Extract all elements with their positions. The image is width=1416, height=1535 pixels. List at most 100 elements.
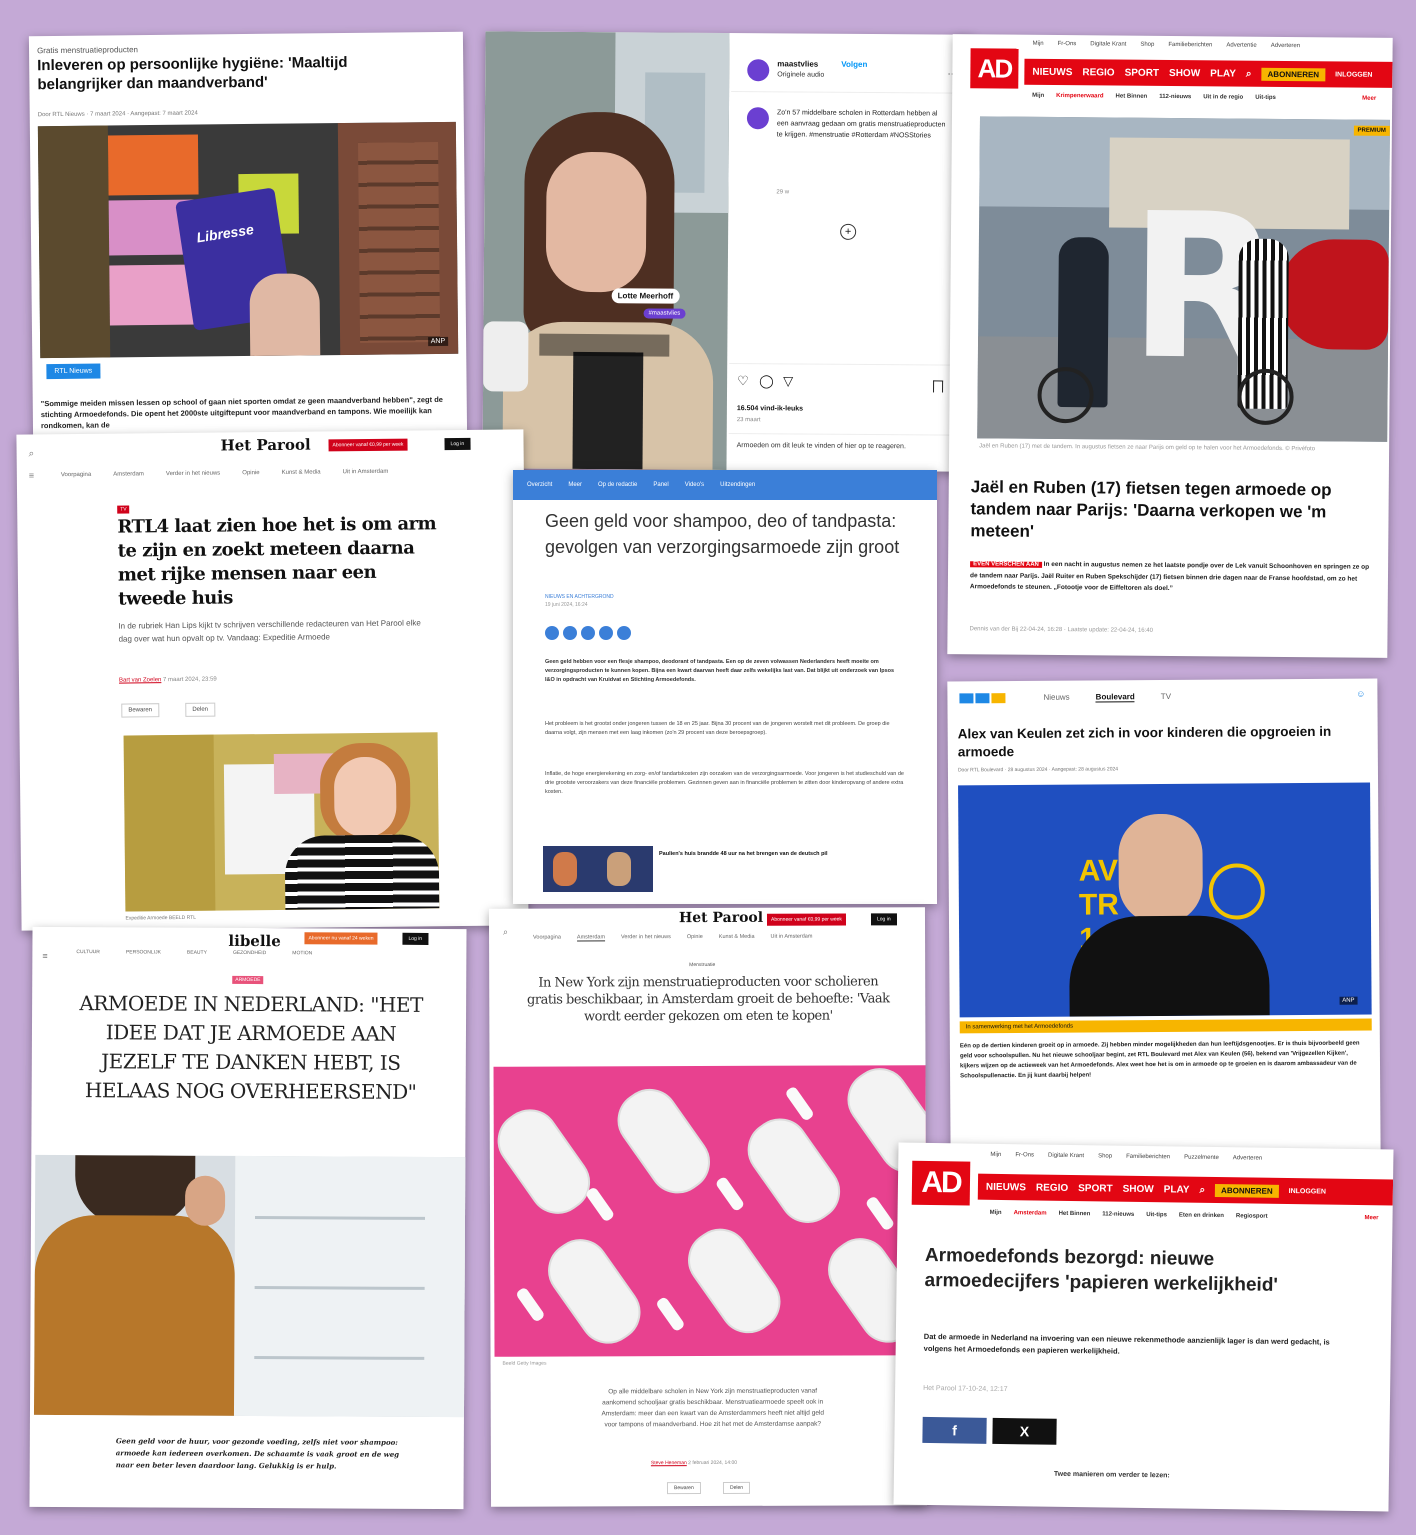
subscribe-cta[interactable]: Abonneer vanaf €0,99 per week	[766, 913, 846, 926]
nav-item[interactable]: SPORT	[1125, 67, 1160, 78]
nav-item[interactable]: GEZONDHEID	[233, 950, 266, 956]
subnav-item[interactable]: 112-nieuws	[1159, 94, 1191, 100]
login-button[interactable]: Log in	[444, 437, 471, 451]
article-title[interactable]: Alex van Keulen zet zich in voor kindere…	[958, 723, 1338, 762]
share-button[interactable]: Delen	[722, 1481, 751, 1494]
nav-item[interactable]: PERSOONLIJK	[126, 949, 161, 955]
facebook-share-button[interactable]: f	[922, 1416, 987, 1444]
share-icon[interactable]: ▽	[783, 373, 793, 389]
tab-tv[interactable]: TV	[1161, 692, 1171, 702]
nav-item[interactable]: Kunst & Media	[719, 934, 755, 941]
nav-item[interactable]: PLAY	[1210, 68, 1236, 79]
login-button[interactable]: INLOGGEN	[1335, 71, 1372, 78]
share-icon[interactable]	[617, 626, 631, 640]
parool-logo[interactable]: Het Parool	[679, 910, 763, 926]
subnav-item[interactable]: Uit in de regio	[1203, 94, 1243, 100]
article-title[interactable]: Armoedefonds bezorgd: nieuwe armoedecijf…	[924, 1243, 1325, 1299]
article-title[interactable]: RTL4 laat zien hoe het is om arm te zijn…	[117, 512, 438, 611]
toplink[interactable]: Fr-Ons	[1015, 1152, 1034, 1158]
nav-item[interactable]: SPORT	[1078, 1183, 1113, 1194]
x-share-button[interactable]: X	[992, 1417, 1057, 1445]
nav-item[interactable]: Uit in Amsterdam	[771, 934, 813, 941]
toplink[interactable]: Adverteren	[1233, 1155, 1262, 1161]
toplink[interactable]: Digitale Krant	[1048, 1153, 1084, 1160]
search-icon[interactable]: ⌕	[1246, 68, 1252, 79]
save-button[interactable]: Bewaren	[666, 1482, 701, 1495]
toplink[interactable]: Digitale Krant	[1090, 41, 1126, 47]
nav-item[interactable]: Overzicht	[527, 482, 552, 488]
video-frame[interactable]: Lotte Meerhoff #maastvlies	[482, 31, 730, 470]
nav-item[interactable]: SHOW	[1123, 1183, 1154, 1194]
toplink[interactable]: Familieberichten	[1126, 1154, 1170, 1161]
search-icon[interactable]: ⌕	[1199, 1184, 1205, 1195]
nav-item[interactable]: Voorpagina	[533, 935, 561, 942]
toplink[interactable]: Advertentie	[1226, 42, 1256, 48]
save-button[interactable]: Bewaren	[121, 703, 160, 718]
share-button[interactable]: Delen	[185, 702, 216, 717]
follow-button[interactable]: Volgen	[841, 60, 867, 69]
nav-item[interactable]: Voorpagina	[61, 472, 91, 478]
subnav-item[interactable]: Het Binnen	[1116, 94, 1148, 100]
toplink[interactable]: Shop	[1140, 42, 1154, 48]
account-avatar[interactable]	[747, 59, 770, 82]
nav-item[interactable]: Video's	[685, 482, 704, 488]
tab-boulevard[interactable]: Boulevard	[1095, 692, 1135, 703]
ad-logo[interactable]: AD	[911, 1160, 971, 1206]
toplink[interactable]: Adverteren	[1271, 43, 1300, 49]
nav-item[interactable]: CULTUUR	[76, 949, 100, 955]
login-button[interactable]: Log in	[402, 932, 429, 945]
search-icon[interactable]: ⌕	[29, 448, 35, 459]
subnav-item[interactable]: Regiosport	[1236, 1213, 1268, 1219]
share-icon[interactable]	[545, 626, 559, 640]
nav-item[interactable]: Uitzendingen	[720, 482, 755, 488]
nav-item[interactable]: Op de redactie	[598, 482, 637, 488]
subnav-item[interactable]: Uit-tips	[1255, 95, 1276, 101]
login-button[interactable]: Log in	[870, 913, 897, 926]
nav-item[interactable]: Amsterdam	[113, 471, 144, 477]
toplink[interactable]: Familieberichten	[1168, 42, 1212, 48]
article-title[interactable]: Jaël en Ruben (17) fietsen tegen armoede…	[970, 476, 1371, 545]
nav-item[interactable]: SHOW	[1169, 67, 1200, 78]
article-title[interactable]: In New York zijn menstruatieproducten vo…	[523, 973, 893, 1025]
subnav-item[interactable]: Mijn	[990, 1210, 1002, 1216]
more-link[interactable]: Meer	[1362, 96, 1376, 102]
nav-item[interactable]: MOTION	[292, 950, 312, 956]
subnav-item[interactable]: Eten en drinken	[1179, 1212, 1224, 1219]
subnav-item[interactable]: Mijn	[1032, 93, 1044, 99]
nav-item[interactable]: Opinie	[242, 470, 259, 476]
nav-item[interactable]: Meer	[568, 482, 582, 488]
nav-item[interactable]: BEAUTY	[187, 950, 207, 956]
share-icon[interactable]	[599, 626, 613, 640]
nav-item[interactable]: Kunst & Media	[282, 469, 321, 475]
related-title[interactable]: Paulien's huis brandde 48 uur na het bre…	[659, 850, 899, 859]
add-icon[interactable]: +	[840, 223, 857, 240]
article-title[interactable]: Inleveren op persoonlijke hygiëne: 'Maal…	[37, 52, 407, 94]
subnav-item[interactable]: Uit-tips	[1146, 1212, 1167, 1218]
nav-item[interactable]: NIEUWS	[986, 1181, 1026, 1193]
parool-logo[interactable]: Het Parool	[220, 436, 310, 455]
toplink[interactable]: Fr-Ons	[1058, 41, 1077, 47]
subscribe-cta[interactable]: Abonneer vanaf €0,99 per week	[328, 438, 408, 452]
toplink[interactable]: Shop	[1098, 1153, 1112, 1159]
subscribe-button[interactable]: ABONNEREN	[1215, 1183, 1279, 1198]
nav-item[interactable]: Uit in Amsterdam	[343, 469, 389, 475]
search-icon[interactable]: ⌕	[503, 927, 508, 938]
nav-item[interactable]: Panel	[653, 482, 668, 488]
nav-item[interactable]: REGIO	[1082, 67, 1114, 78]
account-name[interactable]: maastvlies	[777, 59, 818, 68]
article-title[interactable]: ARMOEDE IN NEDERLAND: "HET IDEE DAT JE A…	[66, 989, 437, 1107]
tab-nieuws[interactable]: Nieuws	[1043, 693, 1069, 703]
nav-item[interactable]: PLAY	[1164, 1184, 1190, 1195]
share-icon[interactable]	[581, 626, 595, 640]
nav-item[interactable]: Verder in het nieuws	[166, 471, 220, 478]
login-button[interactable]: INLOGGEN	[1289, 1188, 1326, 1196]
comment-icon[interactable]: ◯	[759, 373, 774, 389]
rtl-logo[interactable]	[959, 693, 1006, 704]
subscribe-button[interactable]: ABONNEREN	[1261, 67, 1326, 81]
user-icon[interactable]: ☺	[1356, 689, 1365, 699]
nav-item[interactable]: NIEUWS	[1032, 66, 1072, 77]
reply-prompt[interactable]: Armoeden om dit leuk te vinden of hier o…	[737, 441, 957, 453]
subnav-item[interactable]: Amsterdam	[1014, 1210, 1047, 1216]
toplink[interactable]: Mijn	[1033, 41, 1044, 47]
toplink[interactable]: Puzzelmente	[1184, 1155, 1219, 1161]
